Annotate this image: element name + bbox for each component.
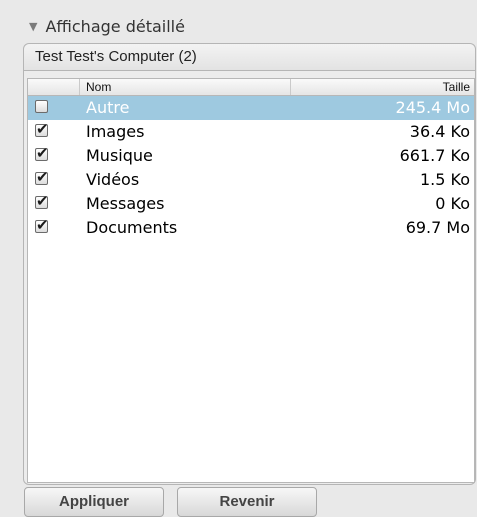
disclosure-triangle-icon[interactable]: ▼ xyxy=(29,20,37,33)
row-checkbox[interactable] xyxy=(35,192,49,210)
row-size: 245.4 Mo xyxy=(395,98,470,117)
row-size: 1.5 Ko xyxy=(419,170,470,189)
row-name: Images xyxy=(86,122,145,141)
window-top-edge xyxy=(0,0,477,10)
row-name: Musique xyxy=(86,146,153,165)
table-row[interactable]: Images 36.4 Ko xyxy=(28,120,474,144)
row-size: 0 Ko xyxy=(435,194,470,213)
row-size: 36.4 Ko xyxy=(409,122,470,141)
row-checkbox[interactable] xyxy=(35,144,49,162)
row-size: 69.7 Mo xyxy=(405,218,470,237)
sync-items-table[interactable]: Nom Taille Autre 245.4 Mo Images 36.4 Ko… xyxy=(27,78,475,483)
group-title-bar: Test Test's Computer (2) xyxy=(24,44,475,71)
table-body: Autre 245.4 Mo Images 36.4 Ko Musique 66… xyxy=(28,96,474,240)
button-bar: Appliquer Revenir xyxy=(24,487,454,517)
table-row[interactable]: Autre 245.4 Mo xyxy=(28,96,474,120)
column-header-name[interactable]: Nom xyxy=(86,80,111,94)
table-row[interactable]: Messages 0 Ko xyxy=(28,192,474,216)
row-name: Messages xyxy=(86,194,165,213)
table-header: Nom Taille xyxy=(28,79,474,96)
row-size: 661.7 Ko xyxy=(399,146,470,165)
table-row[interactable]: Musique 661.7 Ko xyxy=(28,144,474,168)
row-checkbox[interactable] xyxy=(35,120,49,138)
detailed-view-title: Affichage détaillé xyxy=(45,16,185,36)
row-name: Autre xyxy=(86,98,130,117)
column-separator xyxy=(290,79,291,95)
row-name: Vidéos xyxy=(86,170,140,189)
table-row[interactable]: Documents 69.7 Mo xyxy=(28,216,474,240)
row-checkbox[interactable] xyxy=(35,168,49,186)
column-header-size[interactable]: Taille xyxy=(443,80,470,94)
column-header-checkbox[interactable] xyxy=(28,79,80,95)
row-name: Documents xyxy=(86,218,178,237)
group-title: Test Test's Computer (2) xyxy=(35,48,197,65)
row-checkbox[interactable] xyxy=(35,216,49,234)
computer-group-box: Test Test's Computer (2) Nom Taille Autr… xyxy=(23,43,476,485)
table-row[interactable]: Vidéos 1.5 Ko xyxy=(28,168,474,192)
row-checkbox[interactable] xyxy=(35,100,48,113)
detailed-view-disclosure[interactable]: ▼ Affichage détaillé xyxy=(29,14,185,38)
